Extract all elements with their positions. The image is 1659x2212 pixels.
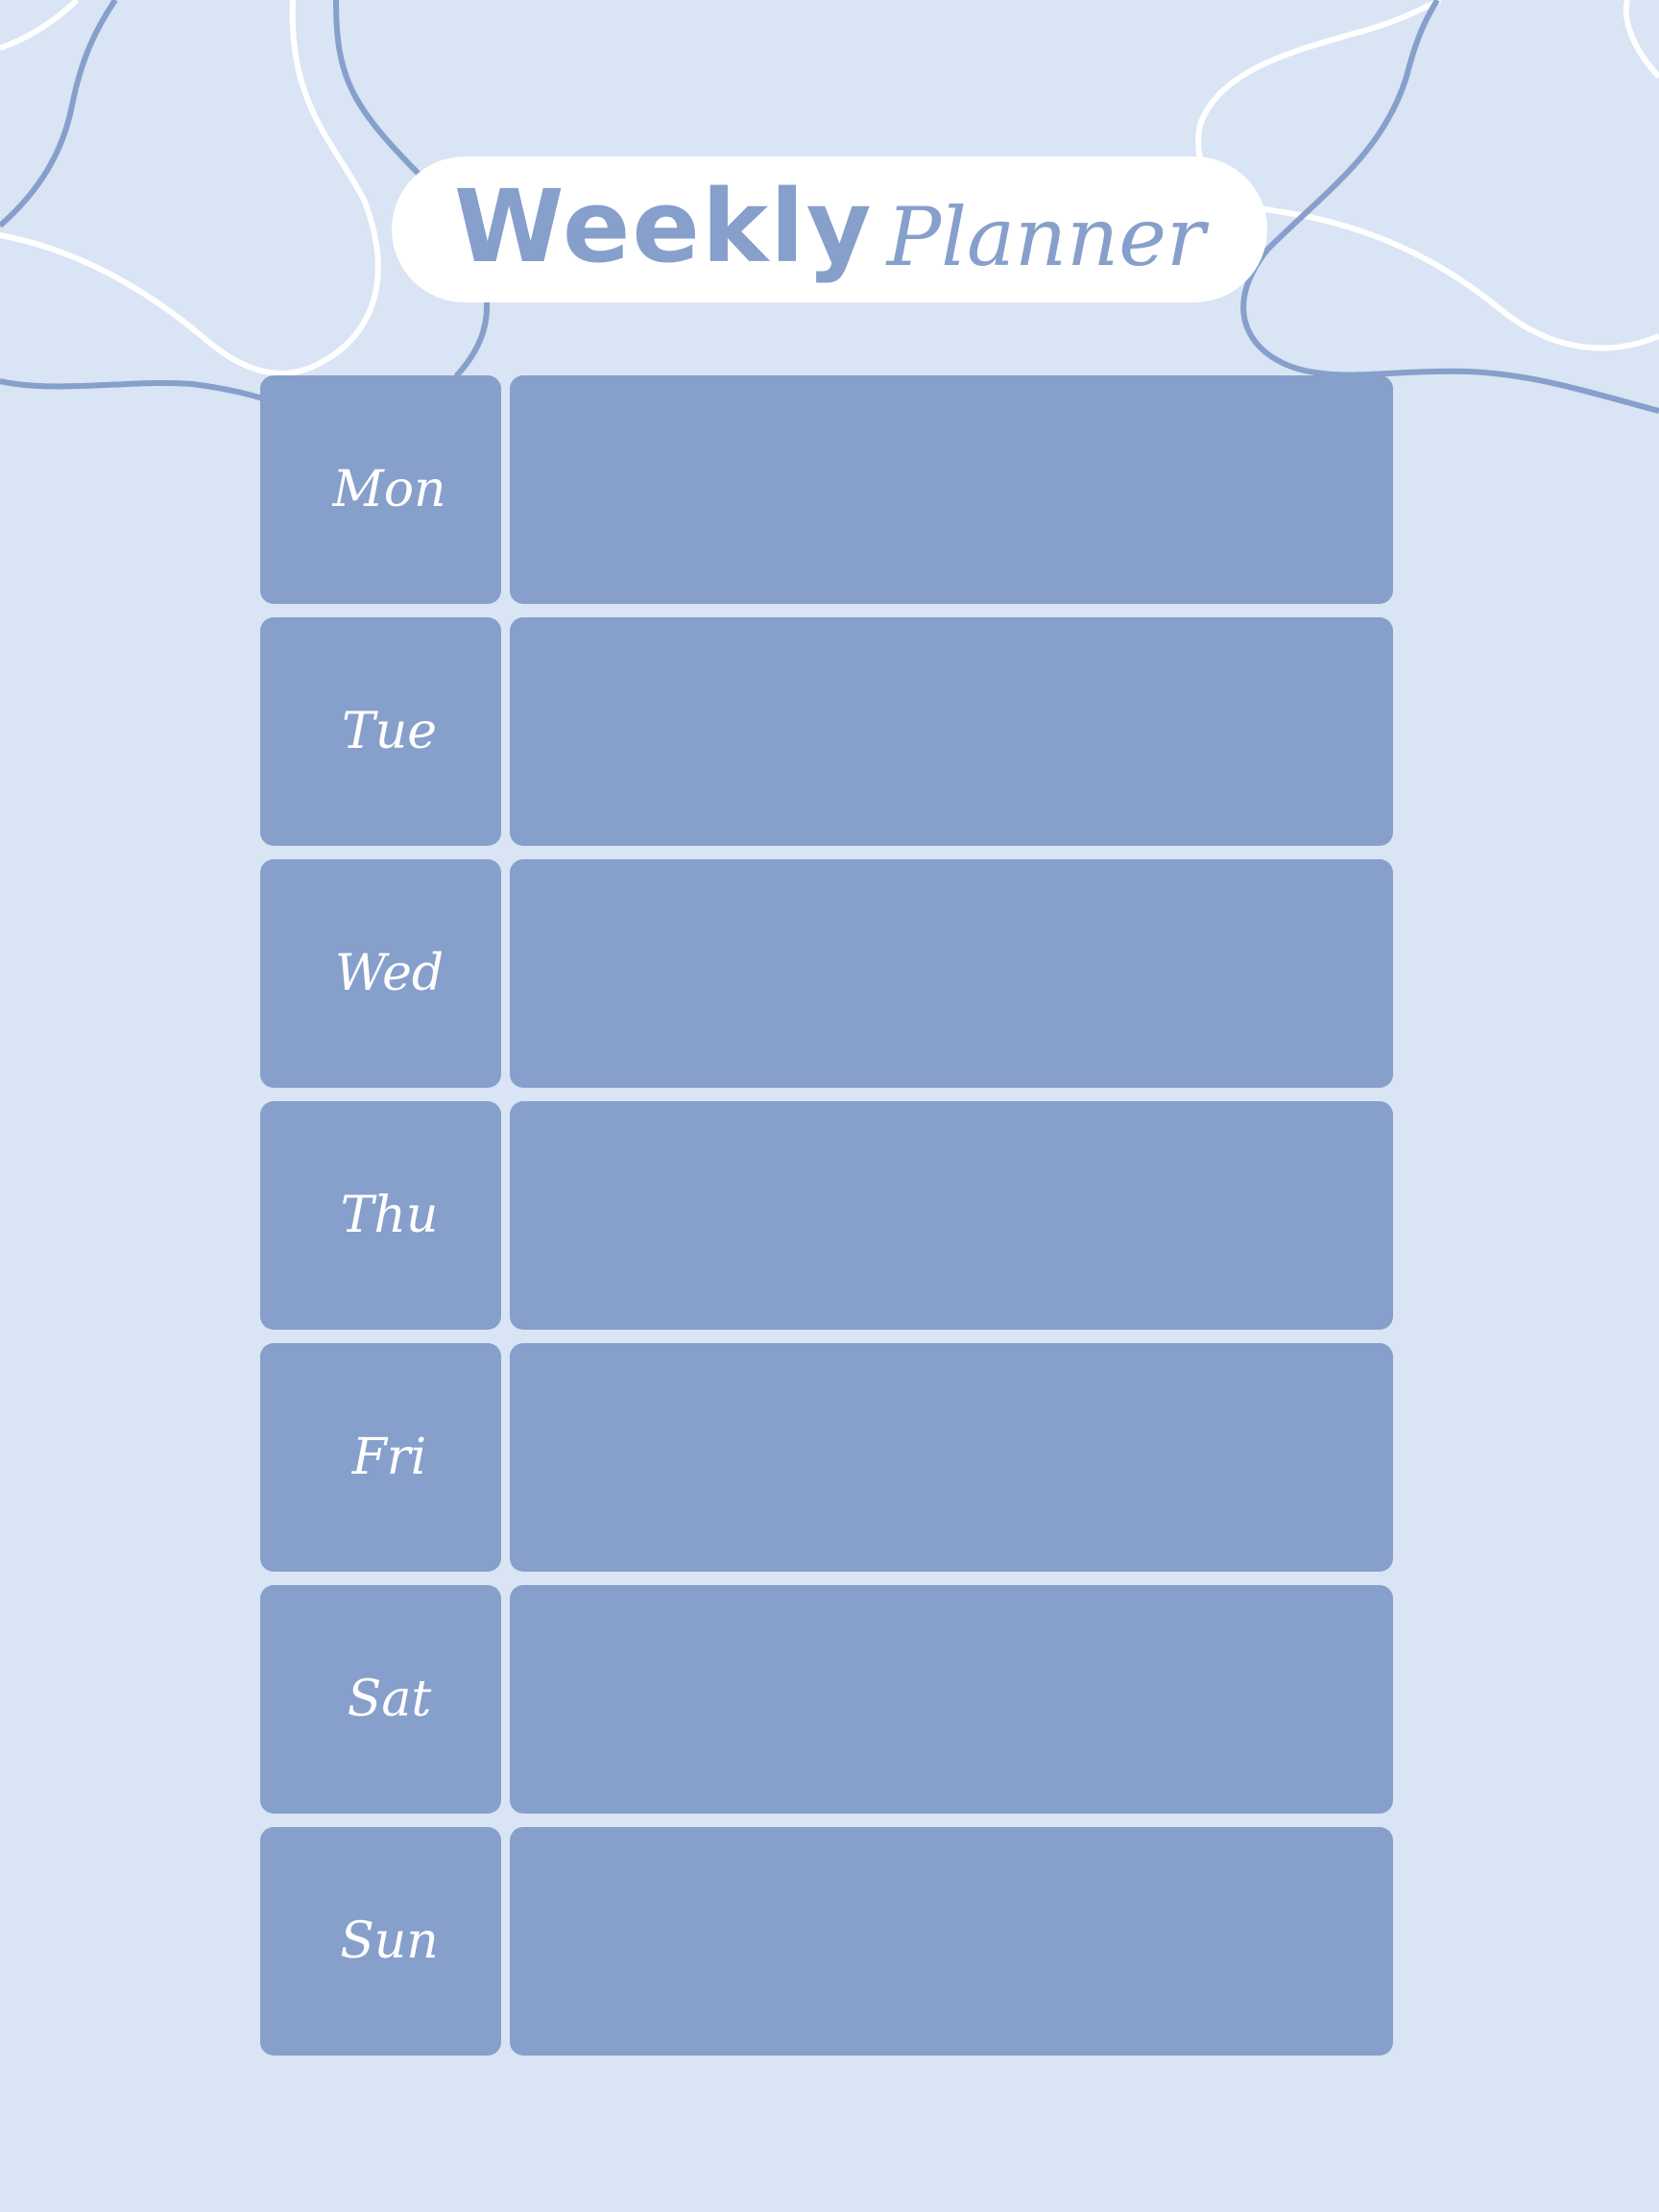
day-row-tue: Tue (260, 617, 1399, 846)
day-row-thu: Thu (260, 1101, 1399, 1330)
day-label-box: Thu (260, 1101, 501, 1330)
day-label-box: Tue (260, 617, 501, 846)
day-label-box: Mon (260, 375, 501, 604)
day-row-mon: Mon (260, 375, 1399, 604)
day-entry-area-tue[interactable] (510, 617, 1393, 846)
day-label-box: Sat (260, 1585, 501, 1814)
day-label-box: Sun (260, 1827, 501, 2056)
day-entry-area-sat[interactable] (510, 1585, 1393, 1814)
day-label: Wed (334, 945, 445, 1002)
day-label: Thu (340, 1187, 439, 1244)
day-label-box: Wed (260, 859, 501, 1088)
title-planner: Planner (886, 190, 1206, 284)
day-label: Sat (347, 1671, 432, 1728)
day-row-sun: Sun (260, 1827, 1399, 2056)
weekly-planner-grid: Mon Tue Wed Thu Fri Sat Sun (260, 375, 1399, 2069)
day-row-sat: Sat (260, 1585, 1399, 1814)
day-label: Tue (342, 703, 437, 760)
title-banner: Weekly Planner (392, 156, 1267, 302)
day-row-fri: Fri (260, 1343, 1399, 1572)
day-entry-area-sun[interactable] (510, 1827, 1393, 2056)
day-entry-area-wed[interactable] (510, 859, 1393, 1088)
day-row-wed: Wed (260, 859, 1399, 1088)
day-label: Fri (351, 1429, 427, 1486)
day-label: Mon (332, 461, 446, 518)
day-label: Sun (340, 1912, 439, 1970)
title-weekly: Weekly (453, 168, 874, 285)
day-label-box: Fri (260, 1343, 501, 1572)
day-entry-area-thu[interactable] (510, 1101, 1393, 1330)
day-entry-area-mon[interactable] (510, 375, 1393, 604)
day-entry-area-fri[interactable] (510, 1343, 1393, 1572)
